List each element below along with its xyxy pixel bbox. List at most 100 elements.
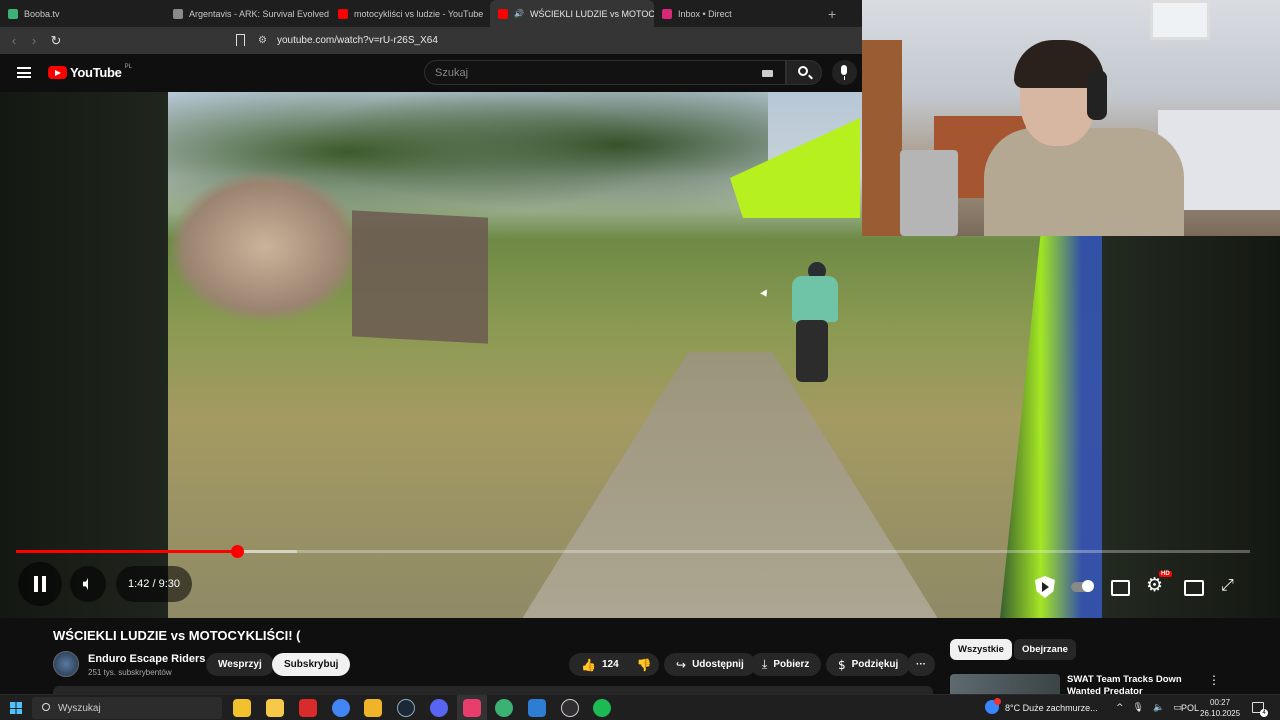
taskbar-search-icon — [42, 703, 50, 711]
time-display: 1:42 / 9:30 — [116, 566, 192, 602]
windows-taskbar: Wyszukaj 8°C Duże zachmurze... ^ 🎙 🔈 ▭ P… — [0, 694, 1280, 720]
search-button[interactable] — [786, 60, 822, 85]
download-button[interactable]: ⤓ Pobierz — [750, 653, 822, 676]
video-woodpile — [170, 172, 360, 322]
youtube-wordmark: YouTube — [70, 65, 122, 80]
youtube-play-icon — [48, 66, 67, 79]
hamburger-menu-icon[interactable] — [17, 67, 31, 78]
pause-button[interactable] — [18, 562, 62, 606]
forward-button[interactable]: › — [24, 33, 44, 48]
webcam-cabinet — [862, 40, 902, 236]
site-settings-icon[interactable]: ⚙ — [258, 35, 267, 46]
tab-label: motocykliści vs ludzie - YouTube — [354, 8, 484, 19]
played-bar — [16, 550, 237, 553]
share-icon: ↪ — [676, 657, 687, 672]
tab-booba[interactable]: Booba.tv — [0, 0, 165, 27]
rider-body — [792, 276, 838, 322]
country-code: PL — [124, 63, 132, 70]
keyboard-icon[interactable] — [762, 70, 773, 77]
taskbar-search[interactable]: Wyszukaj — [32, 697, 222, 719]
search-icon — [798, 66, 808, 76]
video-blur-left — [0, 92, 168, 618]
thanks-icon: $ — [838, 657, 846, 672]
download-icon: ⤓ — [762, 657, 768, 671]
tab-argentavis[interactable]: Argentavis - ARK: Survival Evolved W — [165, 0, 330, 27]
tray-chevron-icon[interactable]: ^ — [1116, 703, 1124, 713]
microphone-icon[interactable]: 🎙 — [1133, 703, 1144, 713]
channel-name[interactable]: Enduro Escape Riders — [88, 653, 205, 665]
player-right-controls: HD — [1026, 566, 1252, 606]
more-actions-button[interactable]: ··· — [907, 653, 935, 676]
rider-scooter — [796, 320, 828, 382]
subscribe-button[interactable]: Subskrybuj — [272, 653, 351, 676]
url-field[interactable]: ⚙ youtube.com/watch?v=rU-r26S_X64 — [258, 31, 858, 50]
channel-avatar[interactable] — [53, 651, 79, 677]
tab-label: Argentavis - ARK: Survival Evolved W — [189, 8, 330, 19]
weather-text[interactable]: 8°C Duże zachmurze... — [1005, 695, 1098, 720]
booba-favicon-icon — [8, 8, 18, 19]
reload-button[interactable]: ↻ — [46, 33, 66, 49]
green-app-icon[interactable] — [495, 699, 513, 717]
browser-icon[interactable] — [463, 699, 481, 717]
subtitles-icon[interactable] — [1100, 568, 1137, 604]
webcam-person-hoodie — [984, 128, 1184, 236]
description-box[interactable] — [53, 686, 933, 694]
recommended-title-line1: SWAT Team Tracks Down — [1067, 674, 1182, 685]
thanks-button[interactable]: $ Podziękuj — [826, 653, 911, 676]
voice-search-mic-icon[interactable] — [832, 60, 857, 85]
shield-play-icon[interactable] — [1026, 568, 1063, 604]
new-tab-button[interactable]: + — [828, 6, 836, 22]
speaker-volume-icon[interactable]: 🔈 — [1153, 703, 1164, 713]
tab-label: WŚCIEKLI LUDZIE vs MOTOCY — [529, 8, 654, 19]
sticky-notes-icon[interactable] — [233, 699, 251, 717]
recommended-thumbnail[interactable] — [950, 674, 1060, 694]
hd-badge: HD — [1159, 571, 1172, 577]
progress-bar[interactable] — [16, 545, 1250, 558]
chip-watched[interactable]: Obejrzane — [1014, 639, 1076, 660]
like-count[interactable]: 124 — [602, 659, 619, 670]
bookmark-icon[interactable] — [236, 34, 245, 46]
webcam-overlay — [862, 0, 1280, 236]
share-button[interactable]: ↪ Udostępnij — [664, 653, 756, 676]
blue-app-icon[interactable] — [528, 699, 546, 717]
youtube-logo[interactable]: YouTube PL — [48, 63, 132, 80]
clock-time: 00:27 — [1210, 698, 1231, 707]
video-board — [352, 210, 488, 344]
settings-gear-icon[interactable]: HD — [1137, 568, 1174, 604]
tab-wsciekli-active[interactable]: 🔊 WŚCIEKLI LUDZIE vs MOTOCY × — [490, 0, 654, 27]
red-app-icon[interactable] — [299, 699, 317, 717]
screen: Booba.tv Argentavis - ARK: Survival Evol… — [0, 0, 1280, 720]
system-tray: ^ 🎙 🔈 ▭ — [1116, 695, 1182, 720]
tab-motocyklisci[interactable]: motocykliści vs ludzie - YouTube — [330, 0, 490, 27]
steam-icon[interactable] — [397, 699, 415, 717]
thumbs-up-icon[interactable]: 👍 — [581, 658, 596, 672]
recommended-more-icon[interactable]: ⋮ — [1208, 673, 1220, 687]
volume-button[interactable] — [70, 566, 106, 602]
windows-start-icon[interactable] — [10, 702, 22, 714]
youtube-favicon-icon — [498, 8, 508, 19]
subscriber-count: 251 tys. subskrybentów — [88, 668, 172, 677]
file-explorer-icon[interactable] — [266, 699, 284, 717]
spotify-icon[interactable] — [593, 699, 611, 717]
support-button[interactable]: Wesprzyj — [206, 653, 274, 676]
chrome-icon[interactable] — [332, 699, 350, 717]
url-text: youtube.com/watch?v=rU-r26S_X64 — [276, 35, 438, 46]
tab-instagram-inbox[interactable]: Inbox • Direct — [654, 0, 814, 27]
chip-all[interactable]: Wszystkie — [950, 639, 1012, 660]
obs-icon[interactable] — [561, 699, 579, 717]
theater-mode-icon[interactable] — [1174, 568, 1211, 604]
autoplay-toggle[interactable] — [1063, 568, 1100, 604]
thumbs-down-icon[interactable]: 👎 — [637, 658, 652, 672]
fullscreen-icon[interactable] — [1211, 568, 1248, 604]
back-button[interactable]: ‹ — [4, 33, 24, 48]
language-indicator[interactable]: POL — [1181, 695, 1199, 720]
search-input[interactable]: Szukaj — [424, 60, 786, 85]
webcam-window — [1150, 0, 1210, 40]
youtube-favicon-icon — [338, 8, 348, 19]
scrubber-handle[interactable] — [230, 545, 244, 558]
taskbar-clock[interactable]: 00:27 26.10.2025 — [1200, 697, 1240, 719]
discord-icon[interactable] — [430, 699, 448, 717]
folder-icon[interactable] — [364, 699, 382, 717]
video-rider — [782, 262, 842, 382]
ark-favicon-icon — [173, 8, 183, 19]
